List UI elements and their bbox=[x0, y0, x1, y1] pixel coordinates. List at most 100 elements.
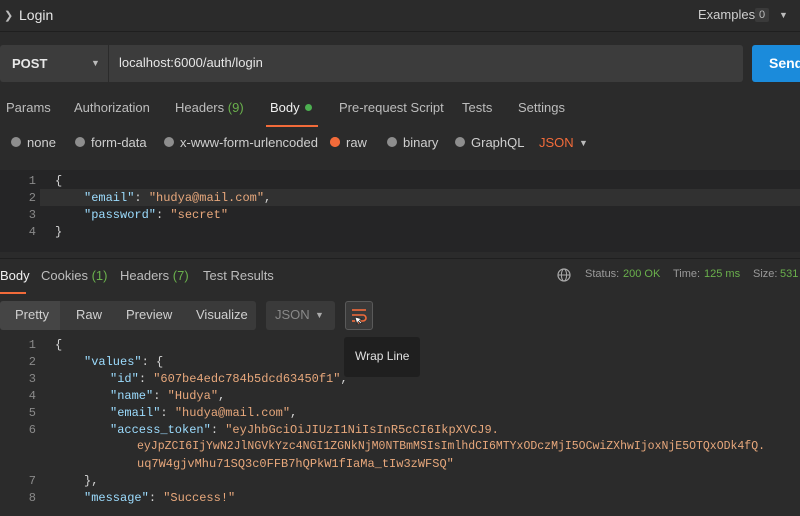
tab-params[interactable]: Params bbox=[6, 100, 51, 115]
wrap-line-tooltip-text: Wrap Line bbox=[355, 349, 410, 363]
visualize-button[interactable]: Visualize bbox=[196, 307, 248, 322]
resp-tab-headers-label: Headers bbox=[120, 268, 170, 283]
preview-button[interactable]: Preview bbox=[126, 307, 172, 322]
code-line: "values": { bbox=[84, 355, 163, 369]
resp-tab-body-underline bbox=[0, 292, 26, 294]
colon: : { bbox=[141, 355, 164, 369]
cookies-count: (1) bbox=[91, 268, 108, 283]
examples-dropdown[interactable]: Examples bbox=[698, 7, 755, 22]
collapse-chevron-icon[interactable]: ❯ bbox=[4, 9, 14, 22]
brace-open: { bbox=[55, 338, 63, 352]
resp-tab-test-results[interactable]: Test Results bbox=[203, 268, 274, 283]
body-format-caret-icon[interactable]: ▼ bbox=[579, 138, 588, 148]
line-number: 1 bbox=[28, 174, 36, 188]
colon: : bbox=[160, 406, 175, 420]
access-token-value-2: eyJpZCI6IjYwN2JlNGVkYzc4NGI1ZGNkNjM0NTBm… bbox=[137, 440, 766, 453]
url-value[interactable]: localhost:6000/auth/login bbox=[119, 55, 263, 70]
tab-body-underline bbox=[266, 125, 318, 127]
code-line: "id": "607be4edc784b5dcd63450f1", bbox=[110, 372, 348, 386]
line-number: 2 bbox=[28, 191, 36, 205]
radio-none[interactable] bbox=[11, 137, 21, 147]
tab-settings[interactable]: Settings bbox=[518, 100, 565, 115]
tab-prerequest[interactable]: Pre-request Script bbox=[339, 100, 444, 115]
request-title[interactable]: Login bbox=[19, 7, 53, 23]
method-caret-icon[interactable]: ▼ bbox=[91, 58, 100, 68]
code-line: { bbox=[55, 174, 62, 188]
globe-icon[interactable] bbox=[557, 268, 571, 282]
code-line: "access_token": "eyJhbGciOiJIUzI1NiIsInR… bbox=[110, 423, 499, 437]
examples-count-badge: 0 bbox=[755, 8, 769, 22]
tab-headers[interactable]: Headers (9) bbox=[175, 100, 244, 115]
email-key: "email" bbox=[84, 191, 135, 205]
title-bar bbox=[0, 0, 800, 32]
code-line: eyJpZCI6IjYwN2JlNGVkYzc4NGI1ZGNkNjM0NTBm… bbox=[137, 440, 765, 453]
password-value: "secret" bbox=[170, 208, 229, 222]
email-key: "email" bbox=[110, 406, 161, 420]
headers-count: (9) bbox=[227, 100, 244, 115]
close-values: }, bbox=[84, 474, 99, 488]
resp-tab-body[interactable]: Body bbox=[0, 268, 30, 283]
tab-body[interactable]: Body bbox=[270, 100, 312, 115]
status-value[interactable]: 200 OK bbox=[623, 268, 660, 280]
code-line: "password": "secret" bbox=[84, 208, 228, 222]
raw-button[interactable]: Raw bbox=[76, 307, 102, 322]
size-value[interactable]: 531 bbox=[780, 268, 798, 280]
body-indicator-dot bbox=[304, 104, 312, 111]
line-number: 1 bbox=[28, 338, 36, 352]
line-number: 3 bbox=[28, 372, 36, 386]
code-line: { bbox=[55, 338, 62, 352]
radio-form-data[interactable] bbox=[75, 137, 85, 147]
code-line: "email": "hudya@mail.com", bbox=[84, 191, 271, 205]
wrap-line-button[interactable] bbox=[345, 301, 373, 330]
message-value: "Success!" bbox=[163, 491, 236, 505]
radio-none-label[interactable]: none bbox=[27, 135, 56, 150]
response-format-label[interactable]: JSON bbox=[275, 307, 310, 322]
code-line: }, bbox=[84, 474, 98, 488]
name-value: "Hudya" bbox=[167, 389, 219, 403]
code-line: } bbox=[55, 225, 62, 239]
radio-raw-label[interactable]: raw bbox=[346, 135, 367, 150]
body-format-select[interactable]: JSON bbox=[539, 135, 574, 150]
send-button-label[interactable]: Send bbox=[769, 55, 800, 71]
resp-tab-headers[interactable]: Headers (7) bbox=[120, 268, 189, 283]
radio-graphql-label[interactable]: GraphQL bbox=[471, 135, 524, 150]
line-number: 4 bbox=[28, 225, 36, 239]
id-value: "607be4edc784b5dcd63450f1" bbox=[153, 372, 341, 386]
values-key: "values" bbox=[84, 355, 142, 369]
examples-caret-icon[interactable]: ▼ bbox=[779, 10, 788, 20]
line-number: 5 bbox=[28, 406, 36, 420]
pretty-button[interactable]: Pretty bbox=[15, 307, 49, 322]
comma: , bbox=[290, 406, 298, 420]
radio-form-data-label[interactable]: form-data bbox=[91, 135, 147, 150]
radio-urlencoded[interactable] bbox=[164, 137, 174, 147]
colon: : bbox=[134, 191, 149, 205]
resp-tab-cookies[interactable]: Cookies (1) bbox=[41, 268, 107, 283]
tab-authorization[interactable]: Authorization bbox=[74, 100, 150, 115]
line-number: 3 bbox=[28, 208, 36, 222]
line-number: 8 bbox=[28, 491, 36, 505]
email-value: "hudya@mail.com" bbox=[148, 191, 265, 205]
line-number: 4 bbox=[28, 389, 36, 403]
password-key: "password" bbox=[84, 208, 157, 222]
radio-binary[interactable] bbox=[387, 137, 397, 147]
radio-urlencoded-label[interactable]: x-www-form-urlencoded bbox=[180, 135, 318, 150]
tab-headers-label: Headers bbox=[175, 100, 225, 115]
tab-body-label: Body bbox=[270, 100, 300, 115]
radio-graphql[interactable] bbox=[455, 137, 465, 147]
email-value: "hudya@mail.com" bbox=[174, 406, 291, 420]
id-key: "id" bbox=[110, 372, 139, 386]
code-line: "message": "Success!" bbox=[84, 491, 235, 505]
radio-binary-label[interactable]: binary bbox=[403, 135, 438, 150]
radio-raw[interactable] bbox=[330, 137, 340, 147]
brace-open: { bbox=[55, 174, 63, 188]
colon: : bbox=[156, 208, 171, 222]
time-value[interactable]: 125 ms bbox=[704, 268, 740, 280]
name-key: "name" bbox=[110, 389, 154, 403]
response-format-caret-icon[interactable]: ▼ bbox=[315, 310, 324, 320]
method-label[interactable]: POST bbox=[12, 56, 47, 71]
resp-tab-cookies-label: Cookies bbox=[41, 268, 88, 283]
colon: : bbox=[138, 372, 154, 386]
tab-tests[interactable]: Tests bbox=[462, 100, 492, 115]
access-token-key: "access_token" bbox=[110, 423, 211, 437]
divider bbox=[0, 258, 800, 259]
